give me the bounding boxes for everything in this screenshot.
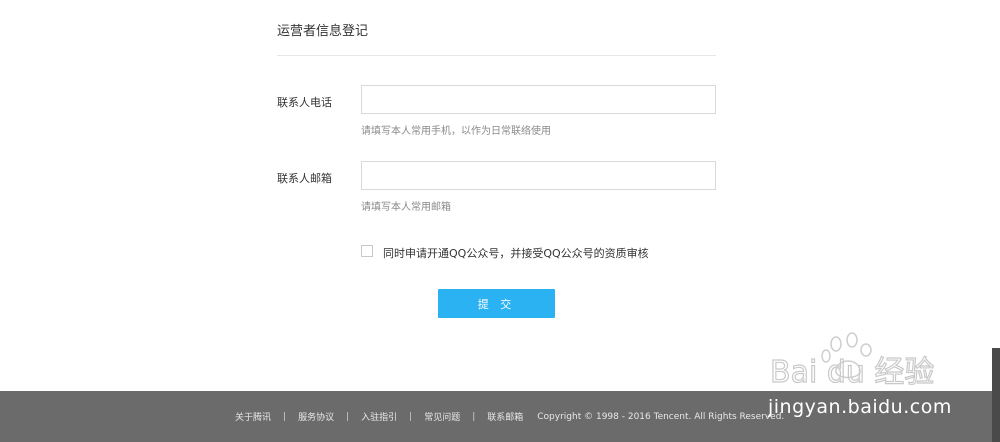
phone-hint: 请填写本人常用手机，以作为日常联络使用: [361, 126, 551, 137]
footer-link-about[interactable]: 关于腾讯: [235, 410, 271, 423]
section-divider: [277, 55, 716, 56]
agreement-checkbox[interactable]: [361, 245, 373, 257]
footer-links: 关于腾讯 | 服务协议 | 入驻指引 | 常见问题 | 联系邮箱 Copyrig…: [235, 410, 785, 424]
section-title: 运营者信息登记: [277, 24, 369, 39]
paw-icon: [821, 332, 872, 379]
phone-label: 联系人电话: [277, 96, 332, 109]
email-label: 联系人邮箱: [277, 172, 332, 185]
email-hint: 请填写本人常用邮箱: [361, 202, 451, 213]
footer-separator: |: [472, 411, 476, 422]
footer-link-guide[interactable]: 入驻指引: [361, 410, 397, 423]
footer-separator: |: [409, 411, 413, 422]
email-input[interactable]: [361, 161, 716, 190]
footer-separator: |: [346, 411, 350, 422]
phone-input[interactable]: [361, 85, 716, 114]
scrollbar[interactable]: [992, 348, 1000, 442]
footer-separator: |: [283, 411, 287, 422]
footer-copyright: Copyright © 1998 - 2016 Tencent. All Rig…: [537, 411, 785, 422]
watermark-url: jingyan.baidu.com: [768, 396, 952, 418]
footer-link-terms[interactable]: 服务协议: [298, 410, 334, 423]
footer-link-contact[interactable]: 联系邮箱: [487, 410, 523, 423]
submit-button[interactable]: 提 交: [438, 289, 555, 318]
footer-link-faq[interactable]: 常见问题: [424, 410, 460, 423]
watermark-brand: Bai du 经验: [770, 355, 934, 390]
agreement-label[interactable]: 同时申请开通QQ公众号，并接受QQ公众号的资质审核: [383, 245, 649, 261]
